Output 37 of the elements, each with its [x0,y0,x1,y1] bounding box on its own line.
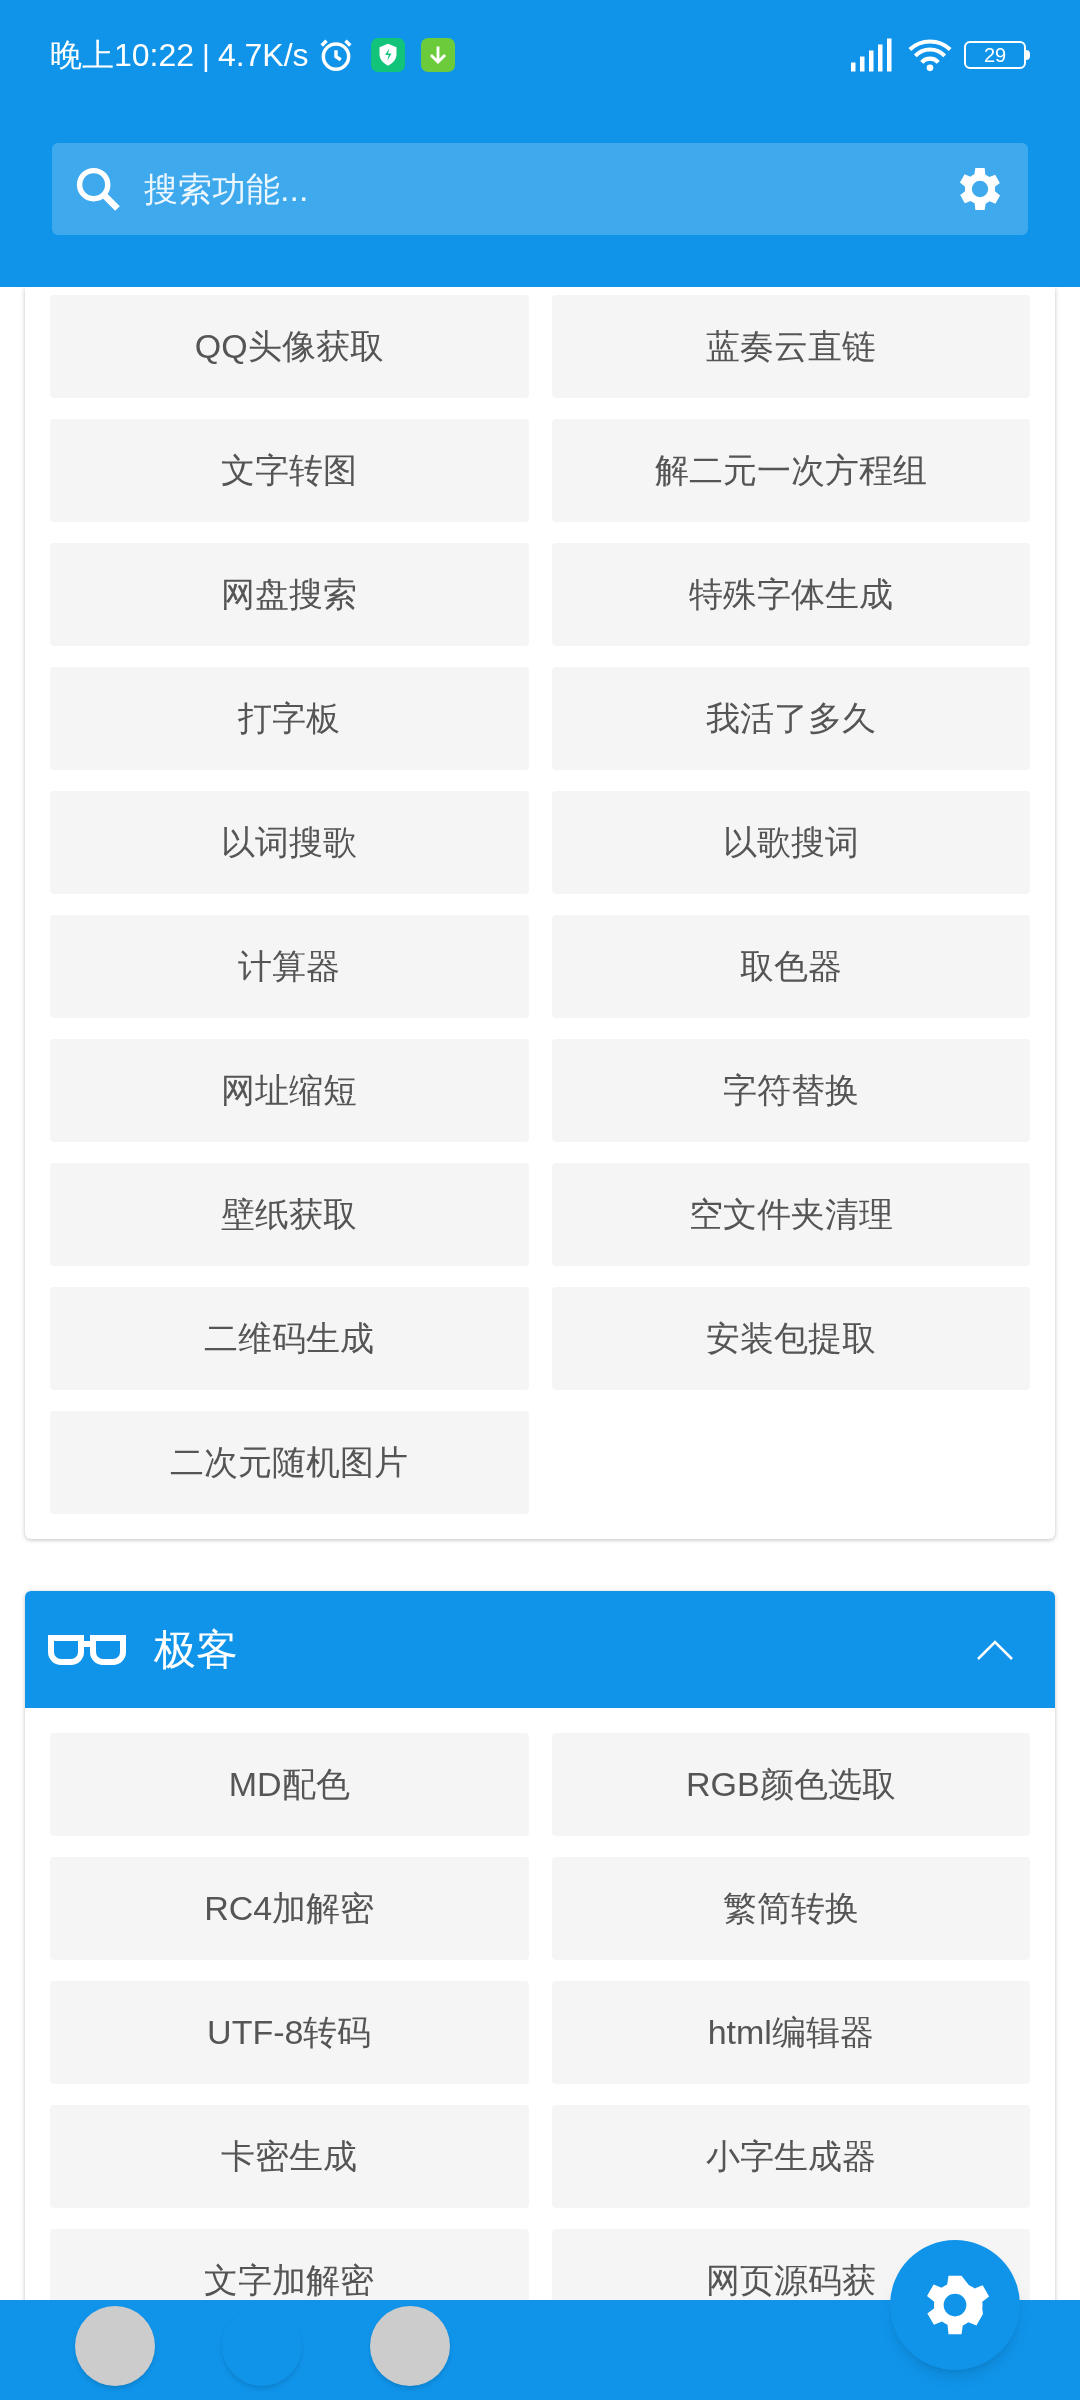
tool-button[interactable]: 解二元一次方程组 [551,419,1030,522]
network-speed: 4.7K/s [217,36,309,75]
tool-button[interactable]: 小字生成器 [551,2105,1030,2208]
tool-button[interactable]: 文字加解密 [50,2229,529,2300]
tool-button[interactable]: 文字转图 [50,419,529,522]
shield-app-icon [370,38,405,72]
tool-button[interactable]: 计算器 [50,915,529,1018]
tool-button[interactable]: 网盘搜索 [50,543,529,646]
tool-button[interactable]: 蓝奏云直链 [551,295,1030,398]
tool-button[interactable]: 打字板 [50,667,529,770]
tool-button[interactable]: MD配色 [50,1733,529,1836]
search-bar[interactable]: 搜索功能... [52,143,1028,235]
tool-button[interactable]: 特殊字体生成 [551,543,1030,646]
tool-button[interactable]: 字符替换 [551,1039,1030,1142]
status-time: 晚上10:22 [50,36,195,75]
tool-button[interactable]: 二维码生成 [50,1287,529,1390]
tool-button[interactable]: UTF-8转码 [50,1981,529,2084]
wifi-icon [908,38,952,72]
section-title: 极客 [154,1625,239,1675]
search-field[interactable]: 搜索功能... [144,163,952,215]
tool-button[interactable]: 安装包提取 [551,1287,1030,1390]
tool-button[interactable]: html编辑器 [551,1981,1030,2084]
tool-button[interactable]: 以歌搜词 [551,791,1030,894]
tool-button[interactable]: 繁简转换 [551,1857,1030,1960]
separator-text: | [202,37,210,74]
tool-button[interactable]: 空文件夹清理 [551,1163,1030,1266]
tool-button[interactable]: 二次元随机图片 [50,1411,529,1514]
tool-button[interactable]: 我活了多久 [551,667,1030,770]
tool-button[interactable]: RC4加解密 [50,1857,529,1960]
download-app-icon [420,38,455,72]
tool-button[interactable]: RGB颜色选取 [551,1733,1030,1836]
tool-button[interactable]: 以词搜歌 [50,791,529,894]
tool-button[interactable]: 壁纸获取 [50,1163,529,1266]
tool-button[interactable]: QQ头像获取 [50,295,529,398]
tool-button[interactable]: 网址缩短 [50,1039,529,1142]
tool-button[interactable]: 取色器 [551,915,1030,1018]
tool-button[interactable]: 卡密生成 [50,2105,529,2208]
